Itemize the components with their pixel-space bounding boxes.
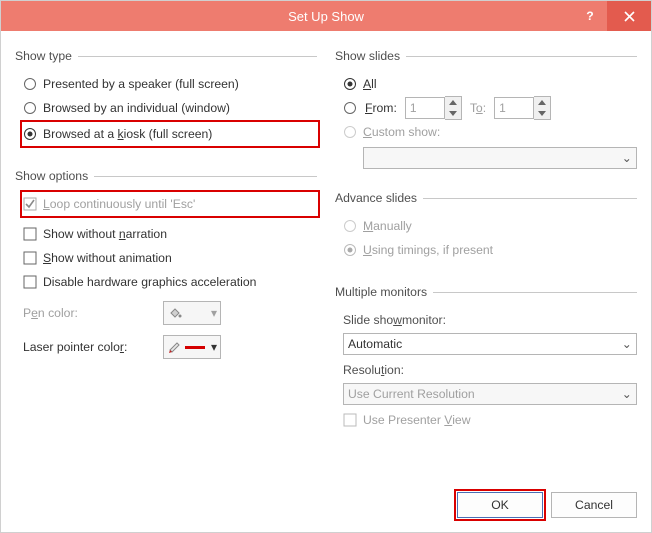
radio-checked-icon xyxy=(23,127,37,141)
monitor-label: Slide show monitor: xyxy=(343,309,637,331)
color-swatch xyxy=(185,312,205,315)
loop-continuously: Loop continuously until 'Esc' xyxy=(23,193,317,215)
to-input[interactable] xyxy=(494,97,534,119)
setup-show-dialog: Set Up Show ? Show type Presented by a s… xyxy=(0,0,652,533)
show-type-legend: Show type xyxy=(15,49,78,63)
radio-disabled-icon xyxy=(343,243,357,257)
chevron-down-icon: ⌄ xyxy=(622,337,632,351)
color-swatch xyxy=(185,346,205,349)
show-type-individual[interactable]: Browsed by an individual (window) xyxy=(23,97,317,119)
from-input[interactable] xyxy=(405,97,445,119)
laser-color-row: Laser pointer color: ▾ xyxy=(23,335,317,359)
resolution-label: Resolution: xyxy=(343,359,637,381)
pen-color-row: Pen color: ▾ xyxy=(23,301,317,325)
radio-checked-icon xyxy=(343,77,357,91)
monitors-legend: Multiple monitors xyxy=(335,285,433,299)
slides-all[interactable]: All xyxy=(343,73,637,95)
slides-custom: Custom show: xyxy=(343,121,637,143)
radio-icon xyxy=(23,101,37,115)
monitor-select[interactable]: Automatic ⌄ xyxy=(343,333,637,355)
show-type-speaker[interactable]: Presented by a speaker (full screen) xyxy=(23,73,317,95)
advance-legend: Advance slides xyxy=(335,191,423,205)
spin-down-icon[interactable] xyxy=(445,108,461,119)
advance-manually: Manually xyxy=(343,215,637,237)
custom-show-label: Custom show: xyxy=(363,125,440,139)
titlebar: Set Up Show ? xyxy=(1,1,651,31)
help-button[interactable]: ? xyxy=(573,1,607,31)
multiple-monitors-group: Multiple monitors Slide show monitor: Au… xyxy=(335,285,637,441)
spin-up-icon[interactable] xyxy=(445,97,461,108)
laser-color-label: Laser pointer color: xyxy=(23,340,163,354)
from-field xyxy=(405,96,462,120)
show-options-legend: Show options xyxy=(15,169,94,183)
checkbox-icon xyxy=(23,275,37,289)
timings-label: Using timings, if present xyxy=(363,243,493,257)
chevron-down-icon: ⌄ xyxy=(622,387,632,401)
chevron-down-icon: ▾ xyxy=(211,306,217,320)
chevron-down-icon: ▾ xyxy=(211,340,217,354)
pen-color-label: Pen color: xyxy=(23,306,163,320)
radio-disabled-icon xyxy=(343,219,357,233)
monitor-value: Automatic xyxy=(348,337,402,351)
pencil-icon xyxy=(167,341,183,353)
spin-up-icon[interactable] xyxy=(534,97,550,108)
presenter-label: Use Presenter View xyxy=(363,413,471,427)
paint-bucket-icon xyxy=(167,305,183,321)
checkbox-icon xyxy=(343,413,357,427)
show-type-kiosk[interactable]: Browsed at a kiosk (full screen) xyxy=(23,123,317,145)
show-without-animation[interactable]: Show without animation xyxy=(23,247,317,269)
show-slides-group: Show slides All From: xyxy=(335,49,637,177)
laser-color-picker[interactable]: ▾ xyxy=(163,335,221,359)
dialog-buttons: OK Cancel xyxy=(457,492,637,518)
ok-button[interactable]: OK xyxy=(457,492,543,518)
titlebar-buttons: ? xyxy=(573,1,651,31)
radio-disabled-icon xyxy=(343,125,357,139)
show-type-kiosk-label: Browsed at a kiosk (full screen) xyxy=(43,127,212,141)
resolution-select: Use Current Resolution ⌄ xyxy=(343,383,637,405)
cancel-button[interactable]: Cancel xyxy=(551,492,637,518)
show-without-narration[interactable]: Show without narration xyxy=(23,223,317,245)
dialog-body: Show type Presented by a speaker (full s… xyxy=(1,31,651,532)
right-column: Show slides All From: xyxy=(335,49,637,478)
narration-label: Show without narration xyxy=(43,227,167,241)
to-field xyxy=(494,96,551,120)
advance-timings: Using timings, if present xyxy=(343,239,637,261)
resolution-value: Use Current Resolution xyxy=(348,387,475,401)
close-icon xyxy=(624,11,635,22)
checkbox-checked-icon xyxy=(23,197,37,211)
slides-range[interactable]: From: To: xyxy=(343,97,637,119)
pen-color-picker[interactable]: ▾ xyxy=(163,301,221,325)
spin-down-icon[interactable] xyxy=(534,108,550,119)
chevron-down-icon: ⌄ xyxy=(622,151,632,165)
checkbox-icon xyxy=(23,251,37,265)
to-label: To: xyxy=(470,101,486,115)
radio-icon xyxy=(343,101,357,115)
checkbox-icon xyxy=(23,227,37,241)
show-type-individual-label: Browsed by an individual (window) xyxy=(43,101,230,115)
slides-all-label: All xyxy=(363,77,377,91)
show-type-group: Show type Presented by a speaker (full s… xyxy=(15,49,317,155)
show-type-speaker-label: Presented by a speaker (full screen) xyxy=(43,77,239,91)
loop-label: Loop continuously until 'Esc' xyxy=(43,197,195,211)
disable-hw-graphics[interactable]: Disable hardware graphics acceleration xyxy=(23,271,317,293)
advance-slides-group: Advance slides Manually Using timings, i… xyxy=(335,191,637,271)
radio-icon xyxy=(23,77,37,91)
close-button[interactable] xyxy=(607,1,651,31)
use-presenter-view: Use Presenter View xyxy=(343,409,637,431)
from-label: From: xyxy=(365,101,397,115)
animation-label: Show without animation xyxy=(43,251,172,265)
show-options-group: Show options Loop continuously until 'Es… xyxy=(15,169,317,371)
window-title: Set Up Show xyxy=(288,9,364,24)
show-slides-legend: Show slides xyxy=(335,49,406,63)
custom-show-select: ⌄ xyxy=(363,147,637,169)
manual-label: Manually xyxy=(363,219,412,233)
gfx-label: Disable hardware graphics acceleration xyxy=(43,275,256,289)
left-column: Show type Presented by a speaker (full s… xyxy=(15,49,317,478)
